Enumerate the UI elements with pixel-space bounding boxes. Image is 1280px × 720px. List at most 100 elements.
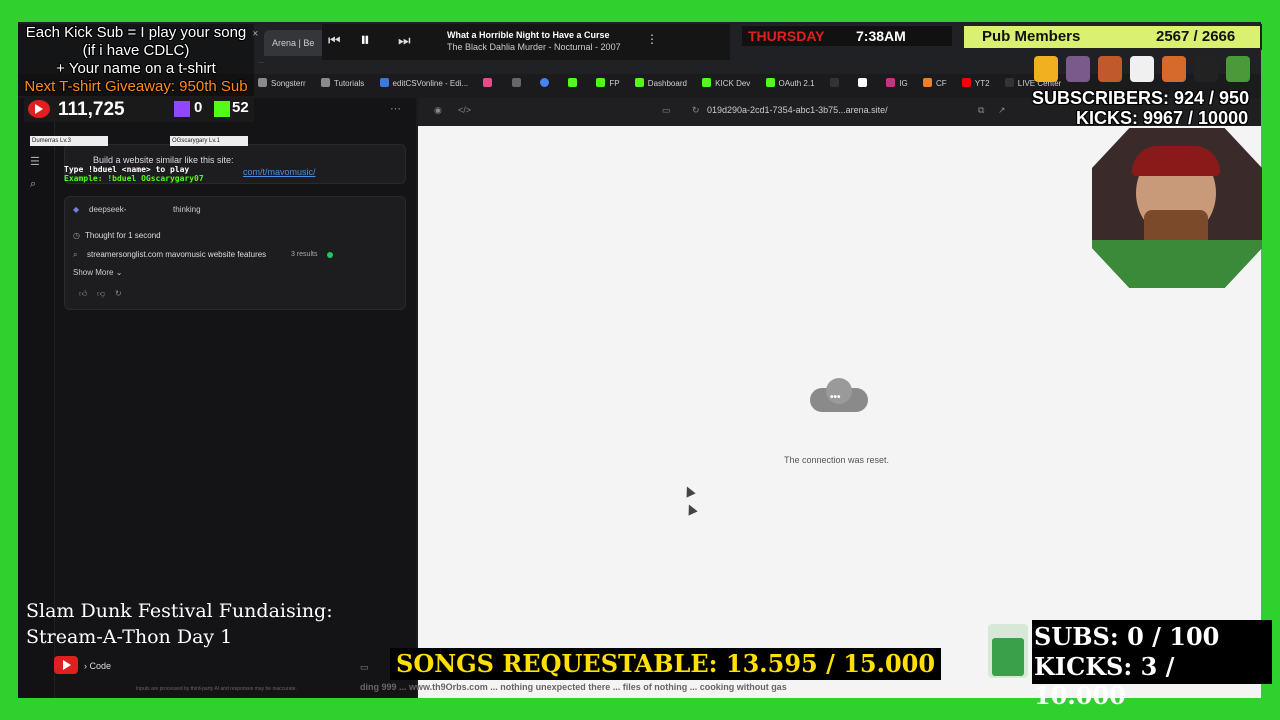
promo-line-3: + Your name on a t-shirt: [56, 60, 216, 77]
instagram-icon: [886, 78, 896, 87]
cloudflare-icon: [922, 78, 932, 87]
fundraiser-line-2: Stream-A-Thon Day 1: [26, 626, 233, 648]
kick-icon: [765, 78, 775, 87]
status-dot: [327, 252, 333, 258]
attach-icon[interactable]: ▭: [360, 662, 369, 673]
pause-icon[interactable]: ⏸: [360, 29, 370, 52]
tiktok-icon: [829, 78, 839, 87]
bookmark-dashboard[interactable]: Dashboard: [634, 74, 687, 94]
subs-goal: SUBS: 0 / 100: [1034, 622, 1220, 651]
more-options-icon[interactable]: ⋯: [390, 102, 401, 115]
cloud-error-icon: •••: [808, 378, 870, 418]
subscribers-goal: SUBSCRIBERS: 924 / 950: [1032, 88, 1250, 108]
tshirt-icon: [1098, 56, 1122, 82]
error-message: The connection was reset.: [784, 455, 890, 465]
pen-icon: [858, 78, 868, 87]
goals-panel: SUBS: 0 / 100 KICKS: 3 / 10.000: [1032, 620, 1272, 710]
track-subtitle: The Black Dahlia Murder - Nocturnal - 20…: [447, 42, 621, 52]
tshirt-icon: [1066, 56, 1090, 82]
bookmark-pen[interactable]: [858, 74, 871, 94]
duel-player-2: OGscarygary Lv.1: [170, 136, 248, 146]
player-1-name: Dumerras: [32, 138, 59, 144]
search-query: streamersonglist.com mavomusic website f…: [87, 250, 267, 259]
bookmark-icon-a[interactable]: [483, 74, 496, 94]
bookmark-fp[interactable]: FP: [596, 74, 620, 94]
menu-icon[interactable]: ☰: [30, 155, 40, 168]
bookmark-yt2[interactable]: YT2: [961, 74, 990, 94]
pub-members-count: 2567 / 2666: [1156, 28, 1236, 45]
code-tab-label: Code: [89, 661, 112, 671]
social-counts: 111,725 0 52: [24, 98, 254, 122]
webcam-feed: [1092, 128, 1262, 288]
tiktok-icon: [1004, 78, 1014, 87]
bookmark-editcsv[interactable]: editCSVonline - Edi...: [379, 74, 468, 94]
open-external-icon[interactable]: ↗: [998, 105, 1006, 116]
eye-icon[interactable]: ◉: [434, 105, 442, 116]
bookmark-icon-b[interactable]: [511, 74, 525, 94]
google-icon: [539, 78, 549, 87]
bookmark-tiktok[interactable]: [829, 74, 843, 94]
tshirt-icon: [1162, 56, 1186, 82]
browser-window: Arena | Be × ... Songsterr Tutorials edi…: [18, 22, 1261, 698]
kick-icon: [702, 78, 712, 87]
twitch-count: 0: [194, 99, 203, 116]
kick-count: 52: [232, 99, 249, 116]
thumbs-down-icon[interactable]: 👎︎: [97, 289, 105, 299]
clock-day: THURSDAY: [748, 28, 825, 44]
refresh-icon[interactable]: ↻: [692, 105, 700, 116]
fundraiser-title: Slam Dunk Festival Fundaising: Stream-A-…: [26, 598, 333, 650]
tshirt-icon: [1194, 56, 1218, 82]
duel-example: Example: !bduel OGscarygary07: [64, 174, 204, 183]
show-more-button[interactable]: Show More ⌄: [73, 268, 122, 277]
assistant-message: ◆ deepseek- thinking ◷ Thought for 1 sec…: [64, 196, 406, 310]
kick-sub-promo: Each Kick Sub = I play your song (if i h…: [18, 24, 254, 96]
twitch-icon: [174, 101, 190, 117]
pub-members: Pub Members 2567 / 2666: [962, 24, 1262, 50]
copy-icon[interactable]: ⧉: [978, 105, 984, 116]
bookmark-google[interactable]: [539, 74, 553, 94]
bookmark-songsterr[interactable]: Songsterr: [258, 74, 306, 94]
cursor-icon: [682, 484, 696, 498]
thought-duration: Thought for 1 second: [85, 231, 161, 240]
csv-icon: [379, 78, 389, 87]
disclaimer: Inputs are processed by third-party AI a…: [136, 686, 297, 692]
clock-overlay: THURSDAY 7:38AM: [742, 26, 952, 46]
bookmark-kick-dev[interactable]: KICK Dev: [702, 74, 750, 94]
model-name: deepseek-: [89, 205, 127, 214]
shirts-row: [1030, 54, 1258, 86]
media-player: ⏮ ⏸ ⏭ What a Horrible Night to Have a Cu…: [322, 24, 730, 60]
code-tab[interactable]: › Code: [84, 661, 111, 671]
preview-url[interactable]: 019d290a-2cd1-7354-abc1-3b75...arena.sit…: [707, 105, 888, 115]
songs-requestable-text: SONGS REQUESTABLE: 13.595 / 15.000: [396, 649, 936, 678]
chevron-icon: ›: [84, 661, 87, 671]
fundraiser-line-1: Slam Dunk Festival Fundaising:: [26, 600, 333, 622]
app-icon: [483, 78, 493, 87]
pub-members-label: Pub Members: [982, 28, 1081, 45]
device-icon[interactable]: ▭: [662, 105, 671, 116]
prompt-link[interactable]: com/t/mavomusic/: [243, 167, 316, 177]
bookmark-ig[interactable]: IG: [886, 74, 908, 94]
shield-icon: [511, 78, 521, 87]
search-icon[interactable]: ⌕: [30, 178, 36, 191]
duel-player-1: Dumerras Lv.3: [30, 136, 108, 146]
tshirt-icon: [1130, 56, 1154, 82]
code-icon[interactable]: </>: [458, 105, 471, 115]
player-1-level: Lv.3: [60, 138, 71, 144]
bookmark-oauth[interactable]: OAuth 2.1: [765, 74, 815, 94]
thumbs-up-icon[interactable]: 👍︎: [79, 289, 87, 299]
more-options-icon[interactable]: ⋮: [646, 32, 658, 46]
bookmark-cf[interactable]: CF: [922, 74, 947, 94]
bookmark-tutorials[interactable]: Tutorials: [320, 74, 364, 94]
promo-line-2: (if i have CDLC): [82, 42, 190, 59]
bookmark-kick[interactable]: [568, 74, 581, 94]
ticker: ding 999 ... www.th9Orbs.com ... nothing…: [360, 682, 787, 692]
kicks-goal: KICKS: 9967 / 10000: [1076, 108, 1249, 128]
duel-instructions: Type !bduel <name> to play: [64, 165, 190, 174]
search-result-count: 3 results: [291, 251, 318, 258]
previous-track-icon[interactable]: ⏮: [328, 32, 341, 49]
next-track-icon[interactable]: ⏭: [398, 32, 411, 49]
kick-icon: [634, 78, 644, 87]
prompt-text: Build a website similar like this site:: [93, 155, 234, 165]
track-title: What a Horrible Night to Have a Curse: [447, 30, 610, 40]
retry-icon[interactable]: ↻: [115, 289, 122, 298]
